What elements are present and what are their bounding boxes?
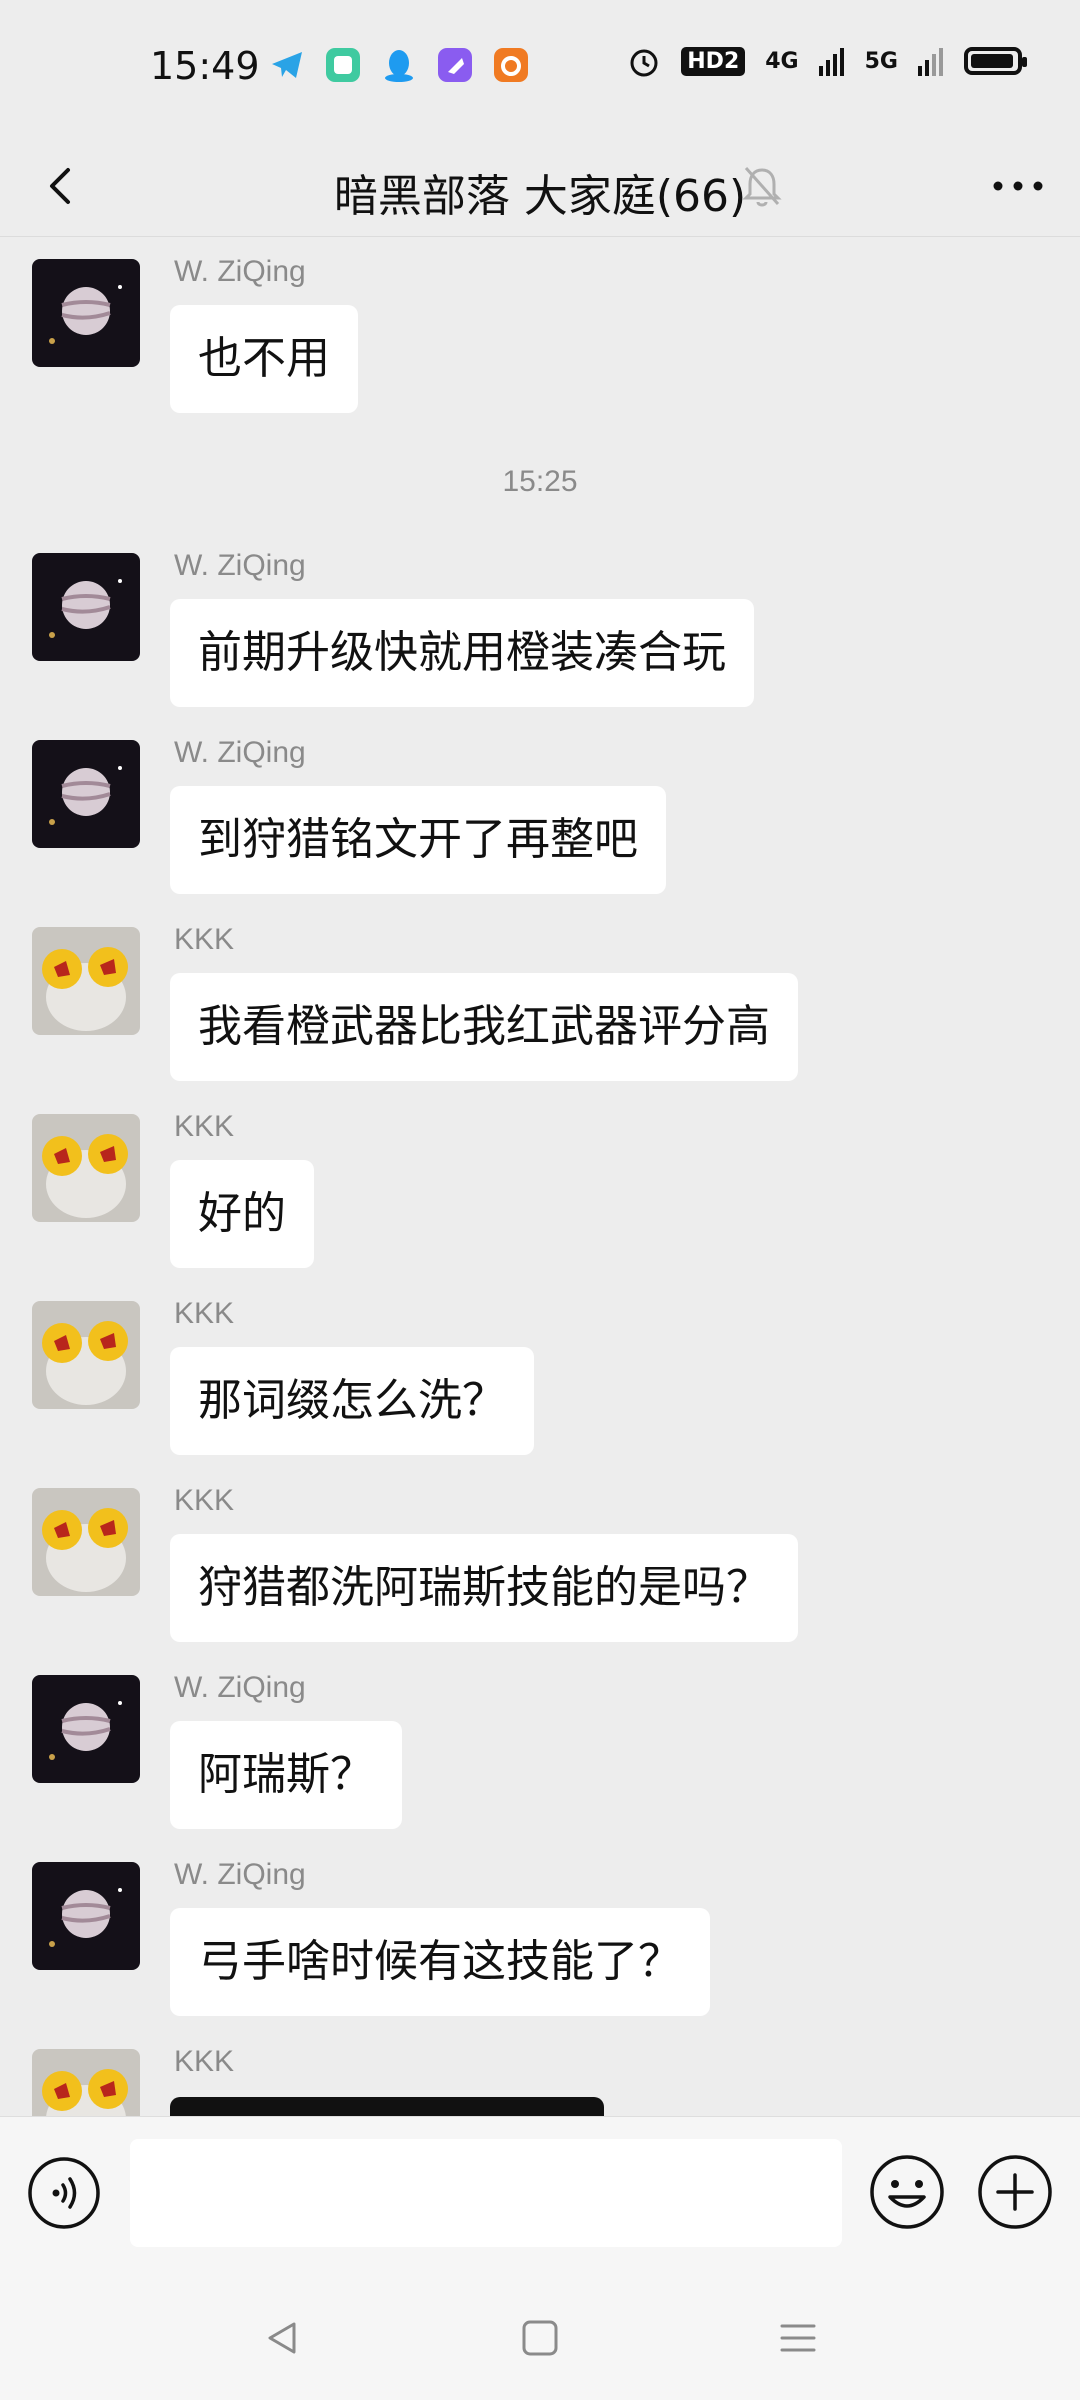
image-message[interactable] — [170, 2097, 604, 2116]
hd-badge: HD2 — [681, 46, 746, 76]
input-bar — [0, 2116, 1080, 2281]
status-bar: 15:49 HD2 4G 5G — [0, 0, 1080, 136]
system-nav-bar — [0, 2280, 1080, 2400]
network-5g-label: 5G — [864, 48, 898, 74]
alarm-icon — [630, 49, 658, 77]
status-time: 15:49 — [150, 44, 260, 88]
sender-name: KKK — [174, 1297, 235, 1330]
avatar-cartoon[interactable] — [32, 927, 140, 1035]
sender-name: KKK — [174, 2045, 235, 2078]
more-options-button[interactable] — [982, 150, 1054, 222]
message-bubble[interactable]: 那词缀怎么洗？ — [170, 1347, 534, 1455]
avatar-planet[interactable] — [32, 259, 140, 367]
notification-icons — [268, 46, 530, 84]
network-4g-label: 4G — [765, 48, 799, 74]
sender-name: W. ZiQing — [174, 736, 306, 769]
nav-back-button[interactable] — [252, 2308, 312, 2368]
nav-home-button[interactable] — [510, 2308, 570, 2368]
signal-icon — [918, 48, 943, 76]
chat-title: 暗黑部落 大家庭(66) — [333, 171, 747, 222]
qq-icon — [385, 50, 413, 82]
voice-input-button[interactable] — [26, 2155, 102, 2231]
nav-recents-button[interactable] — [768, 2308, 828, 2368]
message-bubble[interactable]: 狩猎都洗阿瑞斯技能的是吗？ — [170, 1534, 798, 1642]
battery-icon — [964, 47, 1027, 75]
uc-browser-icon — [494, 48, 528, 82]
sender-name: W. ZiQing — [174, 549, 306, 582]
sender-name: W. ZiQing — [174, 1858, 306, 1891]
signal-icon — [818, 48, 844, 76]
sender-name: KKK — [174, 923, 235, 956]
message-bubble[interactable]: 阿瑞斯？ — [170, 1721, 402, 1829]
message-bubble[interactable]: 弓手啥时候有这技能了？ — [170, 1908, 710, 2016]
avatar-planet[interactable] — [32, 1675, 140, 1783]
sender-name: KKK — [174, 1110, 235, 1143]
app-green-icon — [326, 48, 360, 82]
message-bubble[interactable]: 我看橙武器比我红武器评分高 — [170, 973, 798, 1081]
sender-name: W. ZiQing — [174, 255, 306, 288]
sender-name: W. ZiQing — [174, 1671, 306, 1704]
chat-header: 暗黑部落 大家庭(66) — [0, 136, 1080, 237]
more-functions-button[interactable] — [976, 2153, 1054, 2231]
message-bubble[interactable]: 也不用 — [170, 305, 358, 413]
avatar-cartoon[interactable] — [32, 1114, 140, 1222]
message-bubble[interactable]: 到狩猎铭文开了再整吧 — [170, 786, 666, 894]
telegram-icon — [272, 52, 302, 78]
avatar-planet[interactable] — [32, 553, 140, 661]
avatar-planet[interactable] — [32, 1862, 140, 1970]
app-purple-icon — [438, 48, 472, 82]
emoji-button[interactable] — [868, 2153, 946, 2231]
avatar-cartoon[interactable] — [32, 2049, 140, 2116]
message-bubble[interactable]: 好的 — [170, 1160, 314, 1268]
system-status: HD2 4G 5G — [627, 44, 1027, 78]
sender-name: KKK — [174, 1484, 235, 1517]
avatar-planet[interactable] — [32, 740, 140, 848]
message-bubble[interactable]: 前期升级快就用橙装凑合玩 — [170, 599, 754, 707]
mute-bell-icon — [742, 167, 782, 207]
message-input[interactable] — [130, 2139, 842, 2247]
avatar-cartoon[interactable] — [32, 1488, 140, 1596]
avatar-cartoon[interactable] — [32, 1301, 140, 1409]
message-list[interactable]: W. ZiQing 也不用 15:25 W. ZiQing 前期升级快就用橙装凑… — [0, 237, 1080, 2116]
message-timestamp: 15:25 — [502, 465, 578, 498]
